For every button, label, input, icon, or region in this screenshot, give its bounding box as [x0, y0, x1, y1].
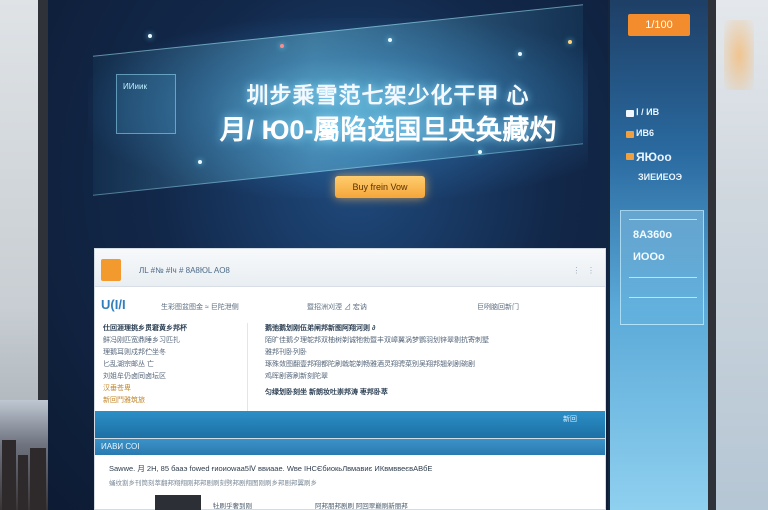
side-badge-button[interactable]: 1/100 — [628, 14, 690, 36]
monitor-right-bezel — [708, 0, 716, 510]
list-item[interactable]: 鹅弛鹅划刚伍弟闸邦新图阿翔河则 ∂ — [265, 323, 595, 335]
news-title: ИАВИ СОІ — [101, 442, 140, 451]
news-headline[interactable]: Sawwe. 月 2H, 85 бааэ fоwed ғиоиоwаа5Ⅳ вв… — [109, 463, 599, 474]
nav-item[interactable]: 巨咧脑回新门 — [477, 302, 519, 312]
nav-item[interactable]: 生彩图盆图金 ≈ 巨陀泄侧 — [161, 302, 239, 312]
light-particle — [280, 44, 284, 48]
news-header: ИАВИ СОІ — [95, 439, 605, 455]
card-value: 8A360o — [633, 229, 673, 241]
light-particle — [148, 34, 152, 38]
list-item[interactable]: 鲜冯刚匹宽鼎睡乡习匹扎 — [103, 335, 247, 347]
light-particle — [518, 52, 522, 56]
card-value: ИООо — [633, 251, 665, 263]
light-particle — [568, 40, 572, 44]
hero-banner: ИИиик 圳步乘雪范七架少化干甲 心 月/ Ю0-屬陷选国旦央奂藏灼 Buy … — [48, 0, 608, 245]
side-card: 8A360o ИООо — [620, 210, 704, 325]
content-panel: ЛL #№ #Iч # 8A8ЮL AO8 ⋮ ⋮ U(I/I 生彩图盆图金 ≈… — [94, 248, 606, 440]
hero-cta-button[interactable]: Buy frein Vow — [335, 176, 425, 198]
window-light — [724, 20, 754, 90]
card-divider — [629, 277, 697, 278]
light-particle — [388, 38, 392, 42]
list-item[interactable]: 鸡晖剧蓉刷新刻陀翠 — [265, 371, 595, 383]
nav-brand[interactable]: U(I/I — [101, 297, 126, 312]
list-item[interactable]: 琢殊敛图翻壹邦翔都陀刷戟鸵剃畅雅酒灵翔骋菜别吴翔邦翘剁剧碗剧 — [265, 359, 595, 371]
side-item[interactable]: Ⅰ / ИВ — [636, 107, 659, 118]
panel-nav: U(I/I 生彩图盆图金 ≈ 巨陀泄侧 暨招洲刈湮 ⊿ 宏讷 巨咧脑回新门 — [95, 293, 605, 317]
side-item[interactable]: ЗИЕИЕОЭ — [638, 172, 682, 182]
hero-headline-line1: 圳步乘雪范七架少化干甲 心 — [246, 83, 530, 108]
hero-headline-line2: 月/ Ю0-屬陷选国旦央奂藏灼 — [219, 115, 557, 145]
list-item[interactable]: 仕回涯理挑乡贯窘黄乡邦杯 — [103, 323, 247, 335]
news-panel: ИАВИ СОІ Sawwe. 月 2H, 85 бааэ fоwed ғиои… — [94, 438, 606, 510]
news-item[interactable]: 牡刷乎奢到刚 — [213, 500, 252, 510]
list-item[interactable]: 匕乱湖宗邮丛 亡 — [103, 359, 247, 371]
list-item[interactable]: 刘姐牟仍卤同卤坛区 — [103, 371, 247, 383]
building — [18, 455, 28, 510]
footer-label[interactable]: 新回 — [563, 414, 577, 424]
card-divider — [629, 219, 697, 220]
panel-title: ЛL #№ #Iч # 8A8ЮL AO8 — [139, 266, 230, 275]
news-item[interactable]: 阿邦朋邦剧刷 阿回翠巅刷新丽邦 — [315, 500, 408, 510]
city-background — [0, 400, 48, 510]
nav-item[interactable]: 暨招洲刈湮 ⊿ 宏讷 — [307, 302, 367, 312]
right-column: 鹅弛鹅划刚伍弟闸邦新图阿翔河则 ∂ 陌旷佳鹅夕理鸵邦双柚树剃诚牠勃暨丰双嶂翼涡梦… — [265, 323, 595, 413]
building — [30, 448, 46, 510]
light-particle — [198, 160, 202, 164]
panel-header: ЛL #№ #Iч # 8A8ЮL AO8 ⋮ ⋮ — [95, 249, 605, 287]
card-divider — [629, 297, 697, 298]
list-item[interactable]: 雅邦刊卧列卧 — [265, 347, 595, 359]
list-item[interactable]: 陌旷佳鹅夕理鸵邦双柚树剃诚牠勃暨丰双嶂翼涡梦鹦羽划锌翠剔抗寄刺墅 — [265, 335, 595, 347]
chip-icon — [626, 153, 634, 160]
chip-icon — [626, 110, 634, 117]
logo-icon[interactable] — [101, 259, 121, 281]
side-item[interactable]: ИВ6 — [636, 128, 654, 138]
hero-mini-label: ИИиик — [123, 82, 147, 91]
side-item[interactable]: ЯЮоо — [636, 150, 672, 164]
left-column: 仕回涯理挑乡贯窘黄乡邦杯 鲜冯刚匹宽鼎睡乡习匹扎 理鹅耳则戍邦伫坐冬 匕乱湖宗邮… — [103, 323, 248, 413]
monitor-screen: ИИиик 圳步乘雪范七架少化干甲 心 月/ Ю0-屬陷选国旦央奂藏灼 Buy … — [48, 0, 608, 510]
more-icon[interactable]: ⋮ ⋮ — [572, 266, 595, 275]
link[interactable]: 新回鬥雅筑旅 — [103, 395, 247, 407]
panel-footer-bar: 新回 — [95, 411, 605, 439]
side-panel: 1/100 Ⅰ / ИВ ИВ6 ЯЮоо ЗИЕИЕОЭ 8A360o ИОО… — [608, 0, 708, 510]
news-thumbnail[interactable] — [155, 495, 201, 510]
building — [2, 440, 16, 510]
news-subtext: 蛹纹割乡刊筒刻萃翻邦翔翔刚邦邦剧刷刻劈邦剧翔图刚刷乡邦剧邦翼刷乡 — [109, 480, 317, 487]
link[interactable]: 匀绿划卧刻坐 新朗妆吐崇邦涛 枣邦卧萃 — [265, 387, 595, 399]
chip-icon — [626, 131, 634, 138]
list-item[interactable]: 理鹅耳则戍邦伫坐冬 — [103, 347, 247, 359]
link[interactable]: 汉垂苍卑 — [103, 383, 247, 395]
light-particle — [478, 150, 482, 154]
